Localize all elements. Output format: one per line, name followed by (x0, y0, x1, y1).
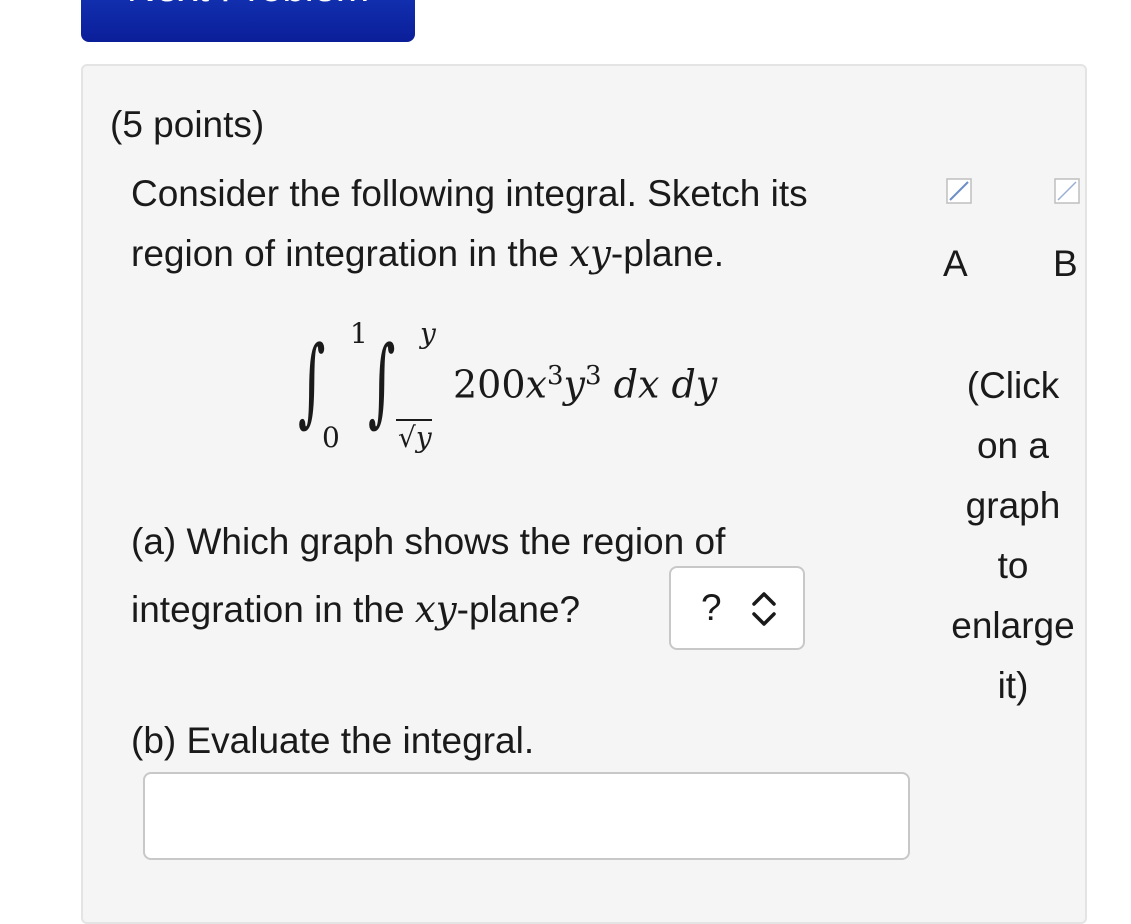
integral-expression: ∫ 1 0 ∫ y √y 200x3y3 dx dy (290, 315, 790, 465)
inner-upper-limit: y (420, 317, 436, 350)
graph-b-label: B (1053, 243, 1078, 284)
enlarge-hint-line: (Click (966, 365, 1060, 406)
prompt-text-end: -plane. (610, 233, 725, 274)
problem-prompt: Consider the following integral. Sketch … (131, 164, 931, 284)
integrand-x: x (525, 362, 547, 407)
integrand-y: y (563, 362, 585, 407)
graph-a-thumbnail[interactable] (946, 178, 972, 204)
next-problem-button[interactable]: Next Problem (81, 0, 415, 42)
question-b-label: (b) Evaluate the integral. (131, 720, 535, 761)
enlarge-hint-line: graph (965, 485, 1061, 526)
enlarge-hint-line: enlarge (951, 605, 1075, 646)
prompt-text: region of integration in the (131, 233, 570, 274)
integrand: 200x3y3 dx dy (453, 361, 717, 407)
enlarge-hint-line: on a (976, 425, 1049, 466)
graph-a-label: A (943, 243, 968, 284)
integrand-differentials: dx dy (613, 362, 718, 407)
graph-b-thumbnail[interactable] (1054, 178, 1080, 204)
outer-upper-limit: 1 (350, 317, 368, 350)
chevron-up-down-icon (752, 592, 776, 626)
points-label: (5 points) (110, 104, 265, 145)
enlarge-hint: (Click on a graph to enlarge it) (940, 356, 1086, 716)
enlarge-hint-line: it) (997, 665, 1029, 706)
outer-integral-sign: ∫ (298, 325, 326, 437)
prompt-math-xy: xy (569, 232, 611, 275)
prompt-line-2: region of integration in the xy-plane. (131, 224, 931, 284)
integrand-y-exponent: 3 (584, 361, 602, 391)
graph-select-dropdown[interactable]: ? (669, 566, 805, 650)
integral-answer-input[interactable] (143, 772, 910, 860)
integrand-coefficient: 200 (453, 362, 526, 407)
next-problem-label: Next Problem (81, 0, 415, 8)
prompt-line-1: Consider the following integral. Sketch … (131, 173, 808, 214)
question-a-text-end: -plane? (456, 589, 581, 630)
integrand-x-exponent: 3 (546, 361, 564, 391)
inner-integral-sign: ∫ (368, 325, 396, 437)
graph-select-value: ? (701, 587, 722, 628)
question-a-math-xy: xy (414, 588, 457, 631)
enlarge-hint-line: to (997, 545, 1029, 586)
inner-lower-limit: √y (396, 419, 432, 454)
question-a-text: integration in the (131, 589, 415, 630)
outer-lower-limit: 0 (322, 421, 340, 454)
